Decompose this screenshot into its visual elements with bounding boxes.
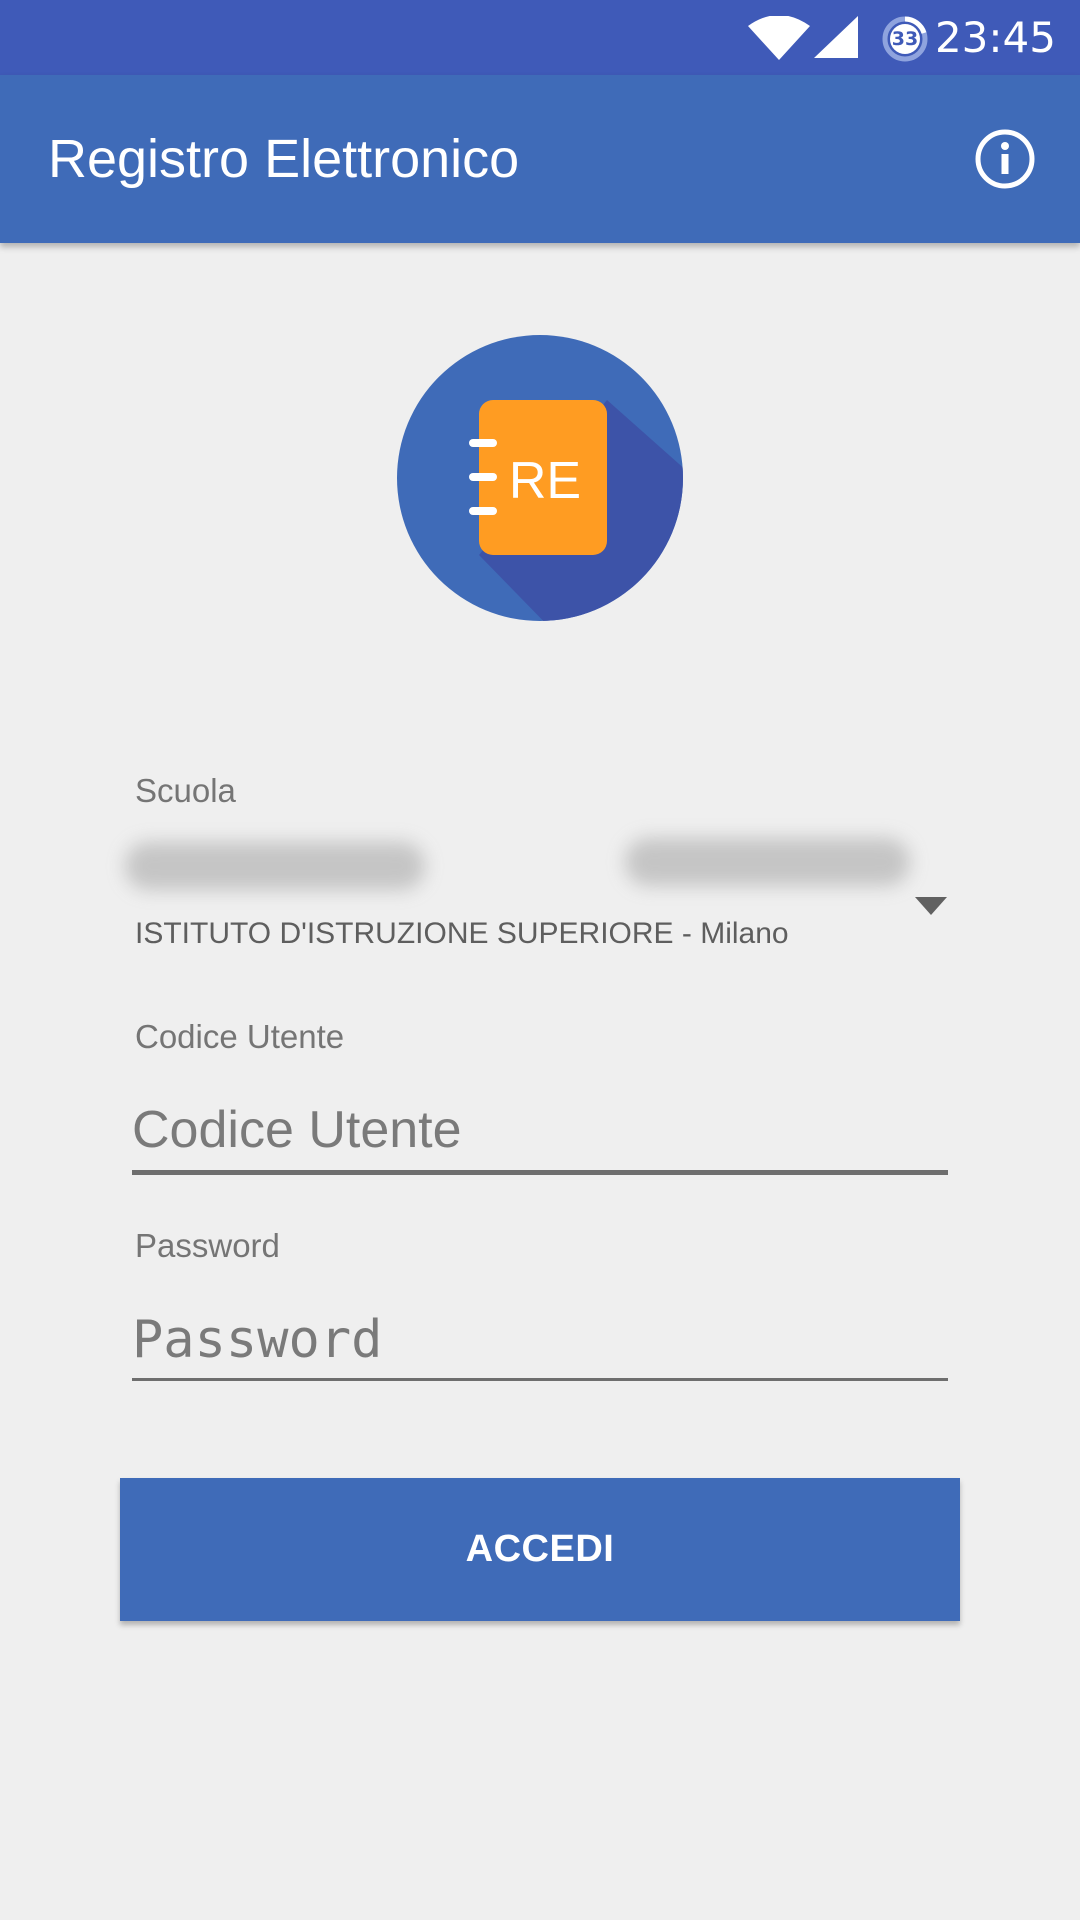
password-label: Password	[135, 1227, 280, 1264]
logo-text: RE	[509, 452, 581, 510]
info-icon[interactable]	[974, 128, 1036, 190]
status-clock: 23:45	[934, 13, 1056, 62]
password-underline	[132, 1378, 948, 1381]
battery-level-text: 33	[891, 28, 919, 50]
page-title: Registro Elettronico	[48, 129, 520, 189]
user-code-input[interactable]	[132, 1095, 948, 1165]
password-input[interactable]	[132, 1305, 948, 1375]
cell-signal-icon	[814, 16, 858, 58]
user-code-underline	[132, 1170, 948, 1175]
login-button[interactable]: ACCEDI	[120, 1478, 960, 1621]
app-bar: Registro Elettronico	[0, 75, 1080, 243]
wifi-icon	[748, 16, 810, 60]
school-spinner[interactable]	[130, 820, 960, 970]
school-label: Scuola	[135, 772, 236, 809]
status-bar: 33 23:45	[0, 0, 1080, 75]
app-logo: RE	[397, 335, 683, 621]
user-code-label: Codice Utente	[135, 1018, 345, 1055]
